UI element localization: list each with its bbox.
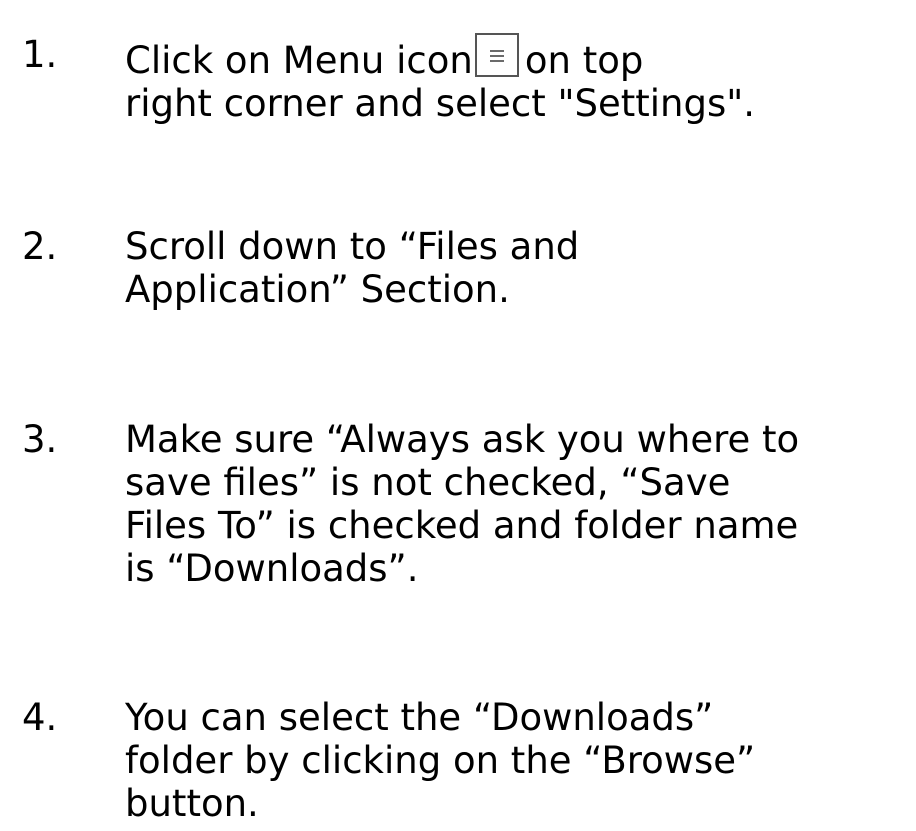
- step-line-part: Click on Menu icon: [125, 39, 473, 82]
- step-number: 4.: [22, 696, 58, 739]
- step-line: Files To” is checked and folder name: [125, 504, 799, 547]
- step-text: Click on Menu icon on top right corner an…: [125, 33, 915, 125]
- menu-icon: [474, 33, 519, 77]
- step-line: folder by clicking on the “Browse”: [125, 739, 756, 782]
- step-number: 1.: [22, 33, 58, 76]
- step-line: is “Downloads”.: [125, 547, 419, 590]
- step-line: Application” Section.: [125, 268, 510, 311]
- step-number: 2.: [22, 225, 58, 268]
- step-number: 3.: [22, 418, 58, 461]
- step-line: right corner and select "Settings".: [125, 82, 756, 125]
- step-line: Click on Menu icon on top: [125, 33, 915, 82]
- step-line: button.: [125, 782, 259, 825]
- step-line: You can select the “Downloads”: [125, 696, 714, 739]
- step-text: Scroll down to “Files and Application” S…: [125, 225, 915, 311]
- step-line: save files” is not checked, “Save: [125, 461, 731, 504]
- step-line: Make sure “Always ask you where to: [125, 418, 800, 461]
- step-text: Make sure “Always ask you where to save …: [125, 418, 915, 590]
- step-line-part: on top: [524, 39, 644, 82]
- step-text: You can select the “Downloads” folder by…: [125, 696, 915, 825]
- step-line: Scroll down to “Files and: [125, 225, 580, 268]
